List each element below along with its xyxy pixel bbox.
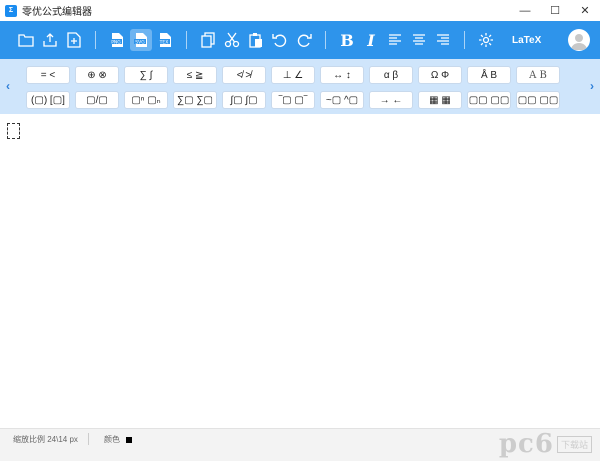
align-center-button[interactable] [408,29,430,51]
color-swatch[interactable] [126,436,132,443]
user-avatar[interactable] [568,29,590,51]
bold-icon: B [340,30,354,50]
copy-icon [201,32,215,48]
watermark: pc6 下载站 [499,429,592,459]
matrix-rows-button[interactable]: ▢▢ ▢▢ [467,91,511,109]
title-bar: Σ 零优公式编辑器 — ☐ ✕ [0,0,600,21]
open-button[interactable] [15,29,37,51]
cut-button[interactable] [221,29,243,51]
settings-button[interactable] [475,29,497,51]
align-left-icon [389,34,401,45]
toolbar-separator [464,31,465,49]
matrix-cols-button[interactable]: ▢▢ ▢▢ [516,91,560,109]
zoom-status: 缩放比例 24\14 px [13,435,78,444]
italic-button[interactable]: I [360,29,382,51]
fractions-button[interactable]: ▢/▢ [75,91,119,109]
sums-button[interactable]: ∑▢ ∑▢ [173,91,217,109]
geometry-button[interactable]: ⊥ ∠ [271,66,315,84]
formula-editor[interactable] [0,114,600,428]
accented-letters-button[interactable]: Å B [467,66,511,84]
symbol-palette: ‹ › = < ⊕ ⊗ ∑ ∫ ≤ ≧ ≮ ≯ ⊥ ∠ ↔ ↕ α β Ω Φ … [0,59,600,114]
input-placeholder[interactable] [7,123,20,139]
align-center-icon [413,34,425,45]
redo-button[interactable] [293,29,315,51]
folder-open-icon [18,34,34,47]
cut-icon [224,32,240,48]
maximize-button[interactable]: ☐ [540,0,570,21]
app-icon: Σ [5,4,17,17]
status-bar: 缩放比例 24\14 px 颜色 pc6 下载站 [0,428,600,461]
toolbar-separator [325,31,326,49]
italic-icon: I [367,30,375,50]
toolbar-separator [95,31,96,49]
accents-button[interactable]: ~▢ ^▢ [320,91,364,109]
settings-icon [479,33,493,47]
export-button[interactable] [39,29,61,51]
save-tex-button[interactable]: TEX [154,29,176,51]
new-icon [67,32,81,48]
window-title: 零优公式编辑器 [22,7,92,18]
bars-button[interactable]: ‾▢ ▢‾ [271,91,315,109]
window-controls: — ☐ ✕ [510,0,600,21]
inequalities-button[interactable]: ≤ ≧ [173,66,217,84]
save-png-button[interactable]: PNG [106,29,128,51]
font-styles-button[interactable]: A B [516,66,560,84]
align-right-button[interactable] [432,29,454,51]
brackets-button[interactable]: (▢) [▢] [26,91,70,109]
save-tex-icon: TEX [158,33,171,47]
align-left-button[interactable] [384,29,406,51]
greek-lower-button[interactable]: α β [369,66,413,84]
svg-text:SVG: SVG [135,39,145,45]
save-svg-button[interactable]: SVG [130,29,152,51]
color-status[interactable]: 颜色 [104,434,132,445]
labeled-arrows-button[interactable]: → ← [369,91,413,109]
palette-row-2: (▢) [▢] ▢/▢ ▢ⁿ ▢ₙ ∑▢ ∑▢ ∫▢ ∫▢ ‾▢ ▢‾ ~▢ ^… [26,91,565,109]
latex-button[interactable]: LaTeX [512,35,541,46]
minimize-button[interactable]: — [510,0,540,21]
export-icon [43,33,57,47]
bold-button[interactable]: B [336,29,358,51]
palette-prev-button[interactable]: ‹ [6,79,10,93]
save-png-icon: PNG [110,33,123,47]
operators-button[interactable]: ⊕ ⊗ [75,66,119,84]
paste-icon [249,33,262,48]
integrals-button[interactable]: ∫▢ ∫▢ [222,91,266,109]
paste-button[interactable] [245,29,267,51]
new-button[interactable] [63,29,85,51]
scripts-button[interactable]: ▢ⁿ ▢ₙ [124,91,168,109]
color-label: 颜色 [104,435,120,444]
svg-text:PNG: PNG [111,39,121,45]
negated-relations-button[interactable]: ≮ ≯ [222,66,266,84]
relations-button[interactable]: = < [26,66,70,84]
undo-icon [272,34,287,47]
toolbar-separator [186,31,187,49]
palette-next-button[interactable]: › [590,79,594,93]
sum-integral-button[interactable]: ∑ ∫ [124,66,168,84]
status-separator [88,433,89,445]
undo-button[interactable] [269,29,291,51]
copy-button[interactable] [197,29,219,51]
greek-upper-button[interactable]: Ω Φ [418,66,462,84]
watermark-box: 下载站 [556,435,592,453]
svg-text:TEX: TEX [159,39,169,45]
align-right-icon [437,34,449,45]
matrices-button[interactable]: ▦ ▦ [418,91,462,109]
arrows-button[interactable]: ↔ ↕ [320,66,364,84]
main-toolbar: PNG SVG TEX B I LaTeX [0,21,600,59]
redo-icon [297,34,312,47]
watermark-text: pc6 [498,429,554,459]
close-button[interactable]: ✕ [570,0,600,21]
save-svg-icon: SVG [134,33,147,47]
palette-row-1: = < ⊕ ⊗ ∑ ∫ ≤ ≧ ≮ ≯ ⊥ ∠ ↔ ↕ α β Ω Φ Å B … [26,66,565,84]
user-icon [571,34,587,50]
